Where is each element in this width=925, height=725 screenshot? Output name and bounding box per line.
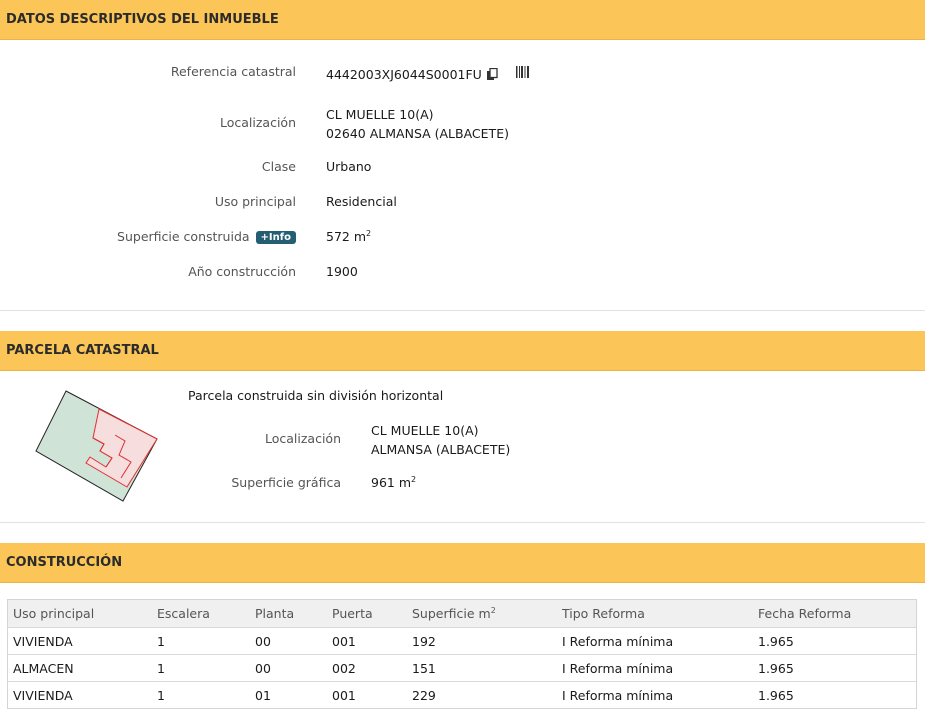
parcela-descripcion: Parcela construida sin división horizont… <box>188 388 444 403</box>
localizacion-line1: CL MUELLE 10(A) <box>326 107 434 122</box>
section-divider <box>0 522 925 543</box>
superficie-exp: 2 <box>366 229 372 238</box>
table-cell: 1.965 <box>753 654 917 682</box>
table-cell: VIVIENDA <box>7 681 152 709</box>
uso-principal-value: Residencial <box>326 194 397 209</box>
superficie-grafica-number: 961 m <box>371 475 412 491</box>
table-header-row: Uso principal Escalera Planta Puerta Sup… <box>7 599 917 628</box>
uso-principal-label: Uso principal <box>214 194 296 209</box>
anio-construccion-value: 1900 <box>326 264 358 279</box>
table-cell: 00 <box>250 654 327 682</box>
table-row: ALMACEN 1 00 002 151 I Reforma mínima 1.965 <box>7 654 917 682</box>
superficie-grafica-label: Superficie gráfica <box>231 475 341 490</box>
col-uso-principal: Uso principal <box>7 599 152 628</box>
superficie-construida-value: 572 m2 <box>326 229 371 244</box>
table-cell: 1.965 <box>753 681 917 709</box>
table-cell: I Reforma mínima <box>557 627 753 655</box>
table-cell: I Reforma mínima <box>557 654 753 682</box>
table-cell: 01 <box>250 681 327 709</box>
parcela-panel: Parcela construida sin división horizont… <box>0 371 925 522</box>
col-superficie: Superficie m2 <box>407 599 557 628</box>
table-cell: 192 <box>407 627 557 655</box>
superficie-construida-number: 572 m <box>326 229 367 245</box>
superficie-grafica-value: 961 m2 <box>371 475 416 490</box>
parcela-localizacion-line2: ALMANSA (ALBACETE) <box>371 442 511 457</box>
parcel-map[interactable] <box>33 389 161 506</box>
col-fecha-reforma: Fecha Reforma <box>753 599 917 628</box>
anio-construccion-label: Año construcción <box>188 264 296 279</box>
ref-catastral-text: 4442003XJ6044S0001FU <box>326 67 482 82</box>
table-cell: 151 <box>407 654 557 682</box>
section-header-parcela: PARCELA CATASTRAL <box>0 331 925 371</box>
superficie-construida-label: Superficie construida +Info <box>117 229 296 244</box>
col-tipo-reforma: Tipo Reforma <box>557 599 753 628</box>
construccion-table: Uso principal Escalera Planta Puerta Sup… <box>7 599 917 709</box>
table-cell: 1 <box>152 654 250 682</box>
col-superficie-text: Superficie m <box>412 606 491 622</box>
ref-catastral-value: 4442003XJ6044S0001FU <box>326 65 530 82</box>
table-cell: 002 <box>327 654 407 682</box>
clase-label: Clase <box>261 159 296 174</box>
localizacion-line2: 02640 ALMANSA (ALBACETE) <box>326 126 509 141</box>
copy-icon[interactable] <box>486 67 498 81</box>
datos-panel: Referencia catastral 4442003XJ6044S0001F… <box>0 40 925 310</box>
table-cell: ALMACEN <box>7 654 152 682</box>
table-cell: 00 <box>250 627 327 655</box>
table-cell: 001 <box>327 627 407 655</box>
parcela-localizacion-line1: CL MUELLE 10(A) <box>371 423 479 438</box>
table-row: VIVIENDA 1 01 001 229 I Reforma mínima 1.965 <box>7 681 917 709</box>
table-row: VIVIENDA 1 00 001 192 I Reforma mínima 1.965 <box>7 627 917 655</box>
superficie-grafica-exp: 2 <box>411 475 417 484</box>
clase-value: Urbano <box>326 159 372 174</box>
localizacion-label: Localización <box>219 115 296 130</box>
table-cell: VIVIENDA <box>7 627 152 655</box>
section-header-construccion: CONSTRUCCIÓN <box>0 543 925 583</box>
table-cell: 001 <box>327 681 407 709</box>
localizacion-value: CL MUELLE 10(A) 02640 ALMANSA (ALBACETE) <box>326 105 509 143</box>
parcela-localizacion-label: Localización <box>264 431 341 446</box>
table-cell: 1 <box>152 627 250 655</box>
table-cell: 1.965 <box>753 627 917 655</box>
section-divider <box>0 310 925 331</box>
parcela-localizacion-value: CL MUELLE 10(A) ALMANSA (ALBACETE) <box>371 421 510 459</box>
ref-catastral-label: Referencia catastral <box>170 64 296 79</box>
section-header-datos: DATOS DESCRIPTIVOS DEL INMUEBLE <box>0 0 925 40</box>
col-superficie-exp: 2 <box>490 605 496 615</box>
barcode-icon[interactable] <box>515 65 530 78</box>
col-escalera: Escalera <box>152 599 250 628</box>
table-cell: I Reforma mínima <box>557 681 753 709</box>
col-puerta: Puerta <box>327 599 407 628</box>
table-cell: 1 <box>152 681 250 709</box>
col-planta: Planta <box>250 599 327 628</box>
table-cell: 229 <box>407 681 557 709</box>
more-info-button[interactable]: +Info <box>255 231 296 244</box>
superficie-construida-text: Superficie construida <box>117 229 250 244</box>
